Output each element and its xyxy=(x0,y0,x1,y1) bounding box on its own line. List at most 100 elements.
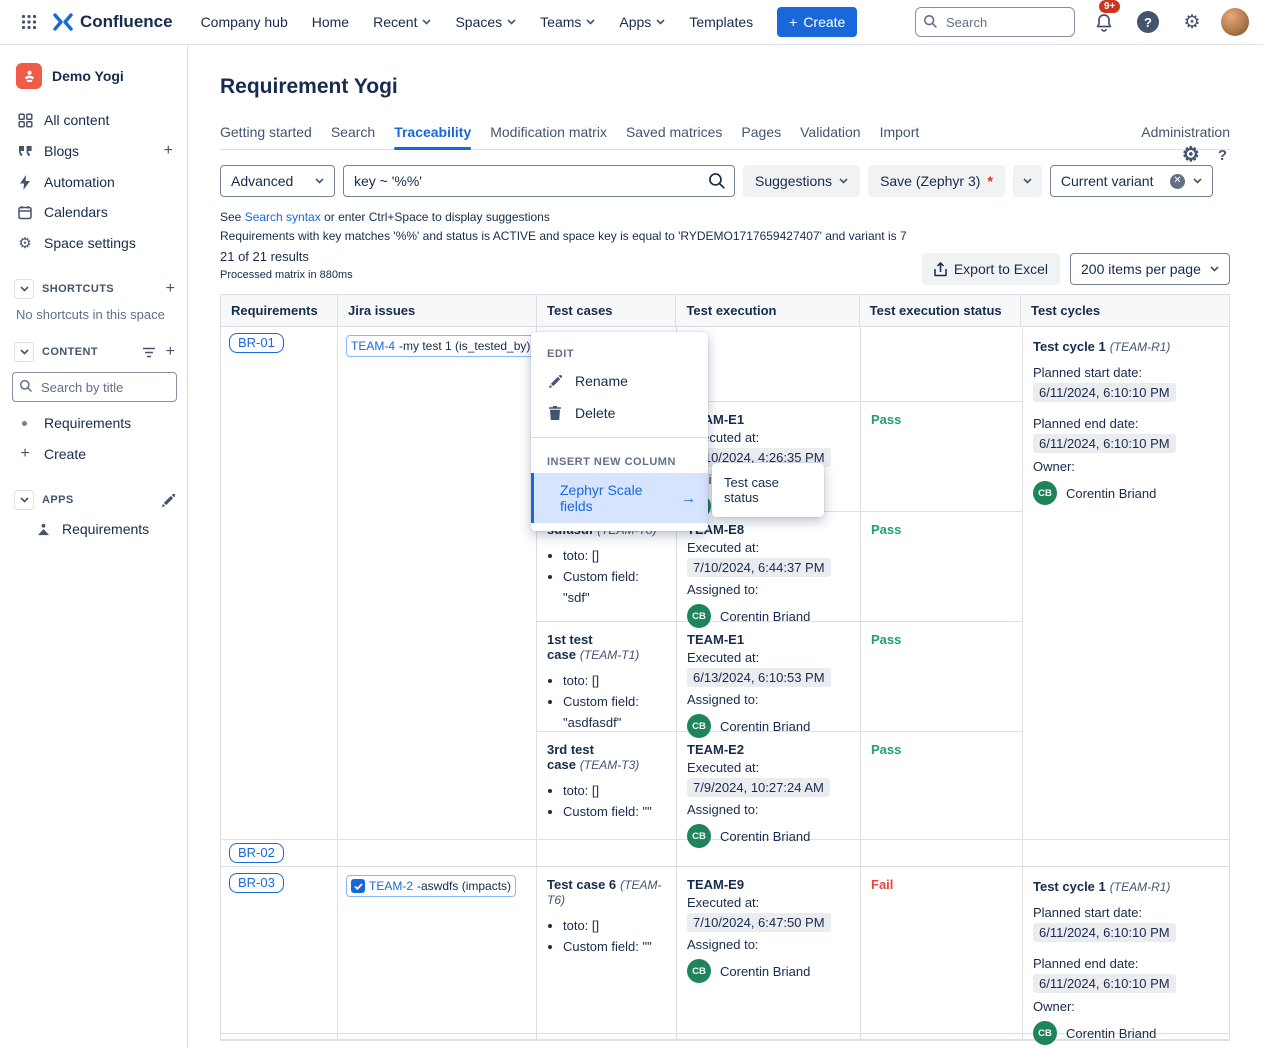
tab-validation[interactable]: Validation xyxy=(800,124,860,149)
pencil-icon[interactable] xyxy=(162,494,175,507)
menu-item-zephyr-scale-fields[interactable]: Zephyr Scale fields → xyxy=(531,473,708,523)
query-input[interactable] xyxy=(343,165,735,197)
executed-at-value: 7/9/2024, 10:27:24 AM xyxy=(687,778,830,797)
confluence-logo[interactable]: Confluence xyxy=(52,12,173,32)
requirement-badge[interactable]: BR-02 xyxy=(229,843,284,863)
add-blog-icon[interactable]: + xyxy=(164,142,173,160)
app-switcher-button[interactable] xyxy=(14,7,44,37)
app-help-icon[interactable]: ? xyxy=(1218,147,1227,164)
apps-label: APPS xyxy=(42,494,74,506)
sidebar-app-requirements[interactable]: Requirements xyxy=(12,514,177,544)
chevron-down-icon xyxy=(422,19,431,25)
column-header-test-cycles[interactable]: Test cycles xyxy=(1021,295,1229,326)
search-icon[interactable] xyxy=(708,172,726,190)
nav-company-hub[interactable]: Company hub xyxy=(191,8,298,36)
filter-icon[interactable] xyxy=(142,347,156,358)
sidebar-item-label: Calendars xyxy=(44,204,108,220)
shortcuts-section-header: SHORTCUTS + xyxy=(12,279,177,299)
gear-icon: ⚙ xyxy=(16,234,34,252)
sidebar-item-label: Blogs xyxy=(44,143,79,159)
space-header[interactable]: Demo Yogi xyxy=(12,61,177,91)
requirement-badge[interactable]: BR-03 xyxy=(229,873,284,893)
tab-getting-started[interactable]: Getting started xyxy=(220,124,312,149)
executed-at-value: 6/13/2024, 6:10:53 PM xyxy=(687,668,831,687)
add-content-icon[interactable]: + xyxy=(166,343,175,361)
executed-at-value: 7/10/2024, 6:44:37 PM xyxy=(687,558,831,577)
sidebar-item-all-content[interactable]: All content xyxy=(12,105,177,135)
jira-issue-chip[interactable]: TEAM-2-aswdfs (impacts) xyxy=(346,875,516,897)
syntax-hint: See Search syntax or enter Ctrl+Space to… xyxy=(220,210,1230,224)
plus-icon: + xyxy=(16,445,34,463)
save-button[interactable]: Save (Zephyr 3) * xyxy=(868,165,1005,197)
collapse-shortcuts-button[interactable] xyxy=(14,279,34,299)
tab-pages[interactable]: Pages xyxy=(741,124,781,149)
chevron-down-icon xyxy=(507,19,516,25)
notifications-button[interactable]: 9+ xyxy=(1089,7,1119,37)
sidebar-item-blogs[interactable]: Blogs + xyxy=(12,135,177,167)
nav-recent[interactable]: Recent xyxy=(363,8,441,36)
app-label: Requirements xyxy=(62,521,149,537)
query-field xyxy=(343,165,735,197)
column-context-menu: EDIT Rename Delete INSERT NEW COLUMN Z xyxy=(531,332,708,531)
tab-saved-matrices[interactable]: Saved matrices xyxy=(626,124,722,149)
tab-traceability[interactable]: Traceability xyxy=(394,124,471,149)
tab-import[interactable]: Import xyxy=(880,124,920,149)
sidebar-item-automation[interactable]: Automation xyxy=(12,167,177,197)
collapse-content-button[interactable] xyxy=(14,342,34,362)
search-icon xyxy=(19,379,33,393)
tab-modification-matrix[interactable]: Modification matrix xyxy=(490,124,607,149)
test-case-subrow: 3rd test case(TEAM-T3) toto: []Custom fi… xyxy=(537,732,1022,839)
status-badge: Pass xyxy=(871,522,901,537)
tab-search[interactable]: Search xyxy=(331,124,375,149)
export-excel-button[interactable]: Export to Excel xyxy=(922,253,1060,285)
column-header-test-execution[interactable]: Test execution xyxy=(676,295,859,326)
user-avatar[interactable] xyxy=(1221,8,1249,36)
help-button[interactable]: ? xyxy=(1133,7,1163,37)
column-header-test-execution-status[interactable]: Test execution status xyxy=(860,295,1021,326)
sidebar-item-space-settings[interactable]: ⚙ Space settings xyxy=(12,227,177,259)
global-search-input[interactable] xyxy=(915,7,1075,37)
menu-divider xyxy=(531,437,708,438)
page-size-select[interactable]: 200 items per page xyxy=(1070,253,1230,285)
search-mode-select[interactable]: Advanced xyxy=(220,165,335,197)
variant-select[interactable]: Current variant ✕ xyxy=(1050,165,1213,197)
nav-templates[interactable]: Templates xyxy=(679,8,763,36)
clear-variant-icon[interactable]: ✕ xyxy=(1170,174,1185,189)
requirement-badge[interactable]: BR-01 xyxy=(229,333,284,353)
nav-apps[interactable]: Apps xyxy=(609,8,675,36)
jira-issue-link[interactable]: TEAM-2 xyxy=(369,879,413,893)
settings-button[interactable]: ⚙ xyxy=(1177,7,1207,37)
executed-at-value: 7/10/2024, 6:47:50 PM xyxy=(687,913,831,932)
plus-icon: + xyxy=(789,14,797,30)
menu-item-rename[interactable]: Rename xyxy=(531,365,708,397)
chevron-down-icon xyxy=(1210,266,1219,272)
owner-name: Corentin Briand xyxy=(1066,486,1156,501)
submenu-test-case-status[interactable]: Test case status xyxy=(712,463,824,517)
content-search-input[interactable] xyxy=(12,372,177,402)
jira-issue-chip[interactable]: TEAM-4-my test 1 (is_tested_by) xyxy=(346,335,535,357)
sidebar-page-requirements[interactable]: Requirements xyxy=(12,408,177,438)
column-header-jira-issues[interactable]: Jira issues xyxy=(338,295,537,326)
search-syntax-link[interactable]: Search syntax xyxy=(245,210,321,224)
column-header-requirements[interactable]: Requirements xyxy=(221,295,338,326)
create-button[interactable]: + Create xyxy=(777,7,857,37)
table-row-br03: BR-03 TEAM-2-aswdfs (impacts) Test case … xyxy=(221,867,1229,1034)
table-row-br02: BR-02 xyxy=(221,840,1229,867)
jira-issue-link[interactable]: TEAM-4 xyxy=(351,339,395,353)
nav-teams[interactable]: Teams xyxy=(530,8,605,36)
sidebar-item-calendars[interactable]: Calendars xyxy=(12,197,177,227)
status-badge: Pass xyxy=(871,632,901,647)
task-checkbox-icon xyxy=(351,879,365,893)
tab-administration[interactable]: Administration xyxy=(1141,124,1230,149)
add-shortcut-icon[interactable]: + xyxy=(166,280,175,298)
collapse-apps-button[interactable] xyxy=(14,490,34,510)
nav-spaces[interactable]: Spaces xyxy=(445,8,526,36)
avatar: CB xyxy=(1033,1021,1057,1045)
menu-item-delete[interactable]: Delete xyxy=(531,397,708,429)
sidebar-create-page[interactable]: + Create xyxy=(12,438,177,470)
suggestions-button[interactable]: Suggestions xyxy=(743,165,860,197)
sidebar-item-label: Automation xyxy=(44,174,115,190)
column-header-test-cases[interactable]: Test cases xyxy=(537,295,676,326)
save-options-button[interactable] xyxy=(1013,165,1042,197)
nav-home[interactable]: Home xyxy=(302,8,359,36)
